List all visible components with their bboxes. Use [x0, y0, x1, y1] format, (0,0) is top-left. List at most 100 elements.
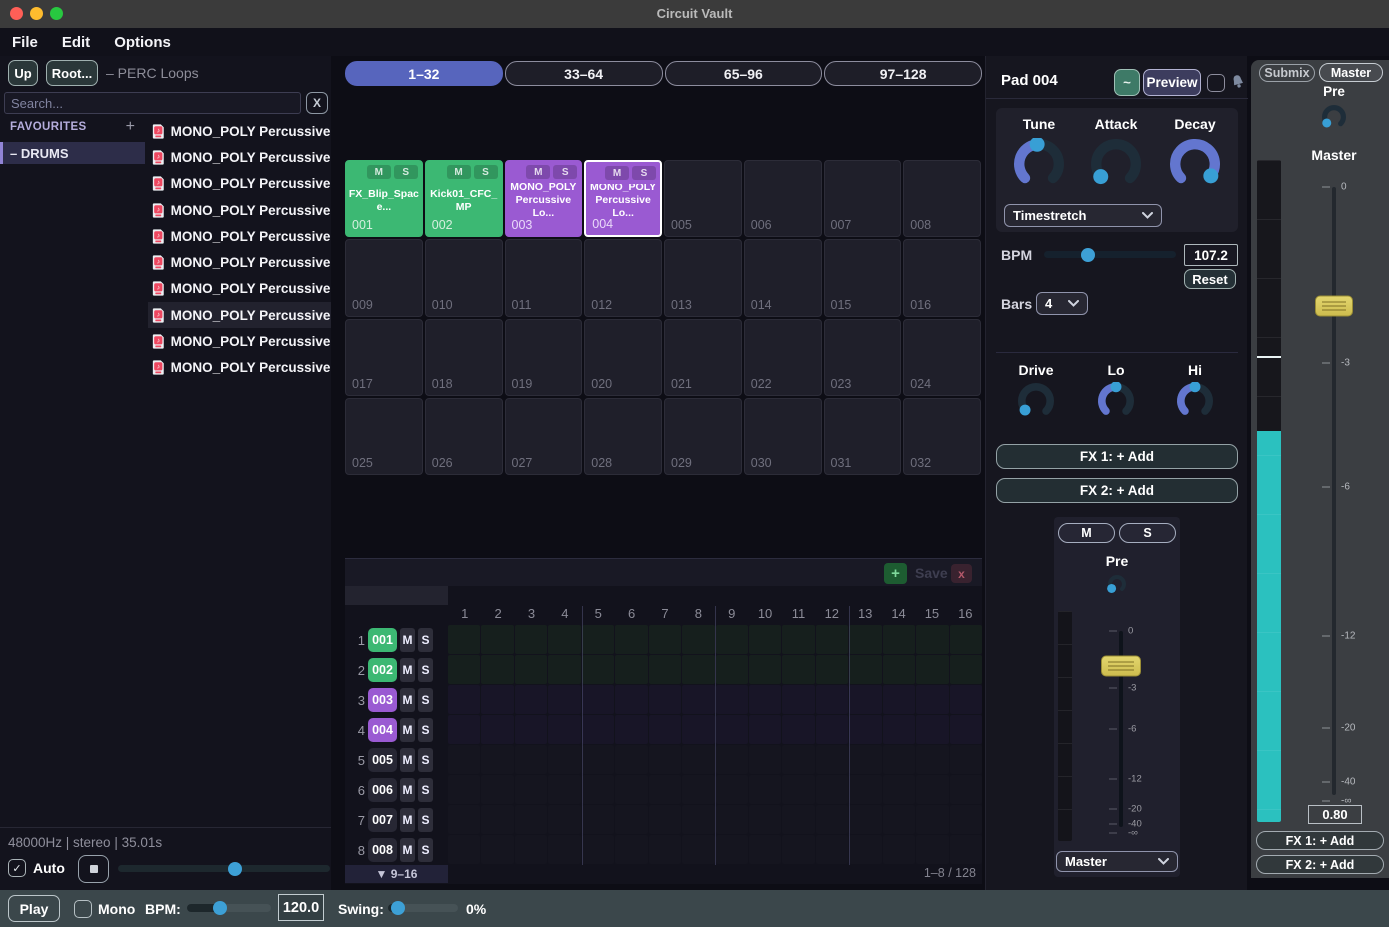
bars-dropdown[interactable]: 4: [1036, 292, 1088, 315]
step-cell[interactable]: [950, 655, 982, 684]
row-pad-button[interactable]: 003: [368, 688, 397, 712]
step-cell[interactable]: [916, 715, 948, 744]
preview-button[interactable]: Preview: [1143, 69, 1201, 96]
step-cell[interactable]: [782, 805, 814, 834]
step-cell[interactable]: [481, 625, 513, 654]
pad-023[interactable]: 023: [824, 319, 902, 396]
pad-bpm-value[interactable]: 107.2: [1184, 244, 1238, 266]
step-cell[interactable]: [448, 775, 480, 804]
add-favourite-button[interactable]: +: [126, 118, 135, 136]
pad-021[interactable]: 021: [664, 319, 742, 396]
pad-solo-button[interactable]: S: [553, 165, 577, 179]
step-cell[interactable]: [816, 835, 848, 864]
step-cell[interactable]: [716, 835, 748, 864]
step-cell[interactable]: [649, 655, 681, 684]
file-item[interactable]: ♪MONO_POLY Percussive Lo...: [148, 197, 331, 223]
tab-master[interactable]: Master: [1319, 63, 1383, 82]
step-cell[interactable]: [649, 835, 681, 864]
step-cell[interactable]: [782, 835, 814, 864]
step-cell[interactable]: [582, 715, 614, 744]
step-cell[interactable]: [782, 655, 814, 684]
pad-032[interactable]: 032: [903, 398, 981, 475]
row-pad-button[interactable]: 005: [368, 748, 397, 772]
pad-006[interactable]: 006: [744, 160, 822, 237]
strip-fader-handle[interactable]: [1101, 656, 1141, 677]
step-cell[interactable]: [950, 745, 982, 774]
bank-tab-33–64[interactable]: 33–64: [505, 61, 663, 86]
step-cell[interactable]: [582, 625, 614, 654]
pad-013[interactable]: 013: [664, 239, 742, 316]
pad-011[interactable]: 011: [505, 239, 583, 316]
pad-007[interactable]: 007: [824, 160, 902, 237]
step-cell[interactable]: [615, 685, 647, 714]
master-fx1-button[interactable]: FX 1: + Add: [1256, 831, 1384, 850]
step-cell[interactable]: [950, 805, 982, 834]
close-pattern-button[interactable]: x: [951, 564, 972, 583]
step-cell[interactable]: [582, 655, 614, 684]
step-cell[interactable]: [816, 745, 848, 774]
step-cell[interactable]: [582, 835, 614, 864]
slider-thumb[interactable]: [1081, 248, 1095, 262]
strip-solo-button[interactable]: S: [1119, 523, 1176, 543]
step-cell[interactable]: [916, 805, 948, 834]
preview-loop-checkbox[interactable]: [1207, 74, 1225, 92]
step-cell[interactable]: [448, 805, 480, 834]
step-cell[interactable]: [615, 745, 647, 774]
row-solo-button[interactable]: S: [418, 658, 433, 682]
step-cell[interactable]: [816, 715, 848, 744]
file-item[interactable]: ♪MONO_POLY Percussive Lo...: [148, 276, 331, 302]
step-cell[interactable]: [615, 835, 647, 864]
step-cell[interactable]: [883, 715, 915, 744]
step-cell[interactable]: [682, 805, 714, 834]
file-item[interactable]: ♪MONO_POLY Percussive Lo...: [148, 302, 331, 328]
strip-pre-knob[interactable]: [1107, 574, 1127, 594]
row-pad-button[interactable]: 004: [368, 718, 397, 742]
step-cell[interactable]: [515, 805, 547, 834]
step-cell[interactable]: [515, 775, 547, 804]
pad-003[interactable]: MSMONO_POLY Percussive Lo...003: [505, 160, 583, 237]
step-cell[interactable]: [916, 775, 948, 804]
step-cell[interactable]: [816, 805, 848, 834]
step-cell[interactable]: [582, 775, 614, 804]
step-cell[interactable]: [849, 655, 881, 684]
step-cell[interactable]: [950, 685, 982, 714]
pad-020[interactable]: 020: [584, 319, 662, 396]
step-cell[interactable]: [916, 625, 948, 654]
step-cell[interactable]: [782, 685, 814, 714]
row-solo-button[interactable]: S: [418, 778, 433, 802]
step-cell[interactable]: [515, 655, 547, 684]
step-cell[interactable]: [682, 835, 714, 864]
bank-tab-1–32[interactable]: 1–32: [345, 61, 503, 86]
mode-dropdown[interactable]: Timestretch: [1004, 204, 1162, 227]
step-cell[interactable]: [548, 805, 580, 834]
step-cell[interactable]: [749, 775, 781, 804]
swing-slider[interactable]: [388, 904, 458, 912]
row-mute-button[interactable]: M: [400, 658, 415, 682]
row-pad-button[interactable]: 006: [368, 778, 397, 802]
step-cell[interactable]: [883, 655, 915, 684]
pad-bpm-slider[interactable]: [1044, 251, 1176, 258]
step-cell[interactable]: [548, 745, 580, 774]
master-gain-value[interactable]: 0.80: [1308, 805, 1362, 824]
step-cell[interactable]: [548, 685, 580, 714]
row-mute-button[interactable]: M: [400, 718, 415, 742]
row-solo-button[interactable]: S: [418, 688, 433, 712]
step-cell[interactable]: [448, 685, 480, 714]
decay-knob[interactable]: [1169, 138, 1221, 190]
row-solo-button[interactable]: S: [418, 718, 433, 742]
step-cell[interactable]: [883, 805, 915, 834]
step-cell[interactable]: [582, 745, 614, 774]
step-cell[interactable]: [682, 775, 714, 804]
sync-button[interactable]: ~: [1114, 69, 1140, 96]
step-cell[interactable]: [682, 625, 714, 654]
strip-mute-button[interactable]: M: [1058, 523, 1115, 543]
step-cell[interactable]: [749, 715, 781, 744]
step-cell[interactable]: [649, 775, 681, 804]
pad-solo-button[interactable]: S: [474, 165, 498, 179]
step-cell[interactable]: [649, 625, 681, 654]
step-cell[interactable]: [916, 685, 948, 714]
step-cell[interactable]: [548, 655, 580, 684]
row-mute-button[interactable]: M: [400, 778, 415, 802]
step-cell[interactable]: [950, 715, 982, 744]
pad-014[interactable]: 014: [744, 239, 822, 316]
